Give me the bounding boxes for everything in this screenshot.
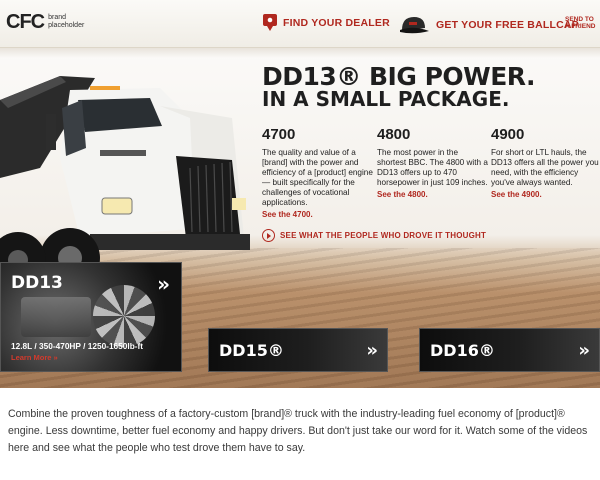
play-icon	[262, 229, 275, 242]
dd15-engine-panel[interactable]: DD15® »	[208, 328, 388, 372]
free-ballcap-link[interactable]: GET YOUR FREE BALLCAP	[398, 14, 579, 36]
dd16-title: DD16®	[430, 341, 495, 360]
see-people-video-link[interactable]: SEE WHAT THE PEOPLE WHO DROVE IT THOUGHT	[262, 229, 486, 242]
headline-line-1: DD13® BIG POWER.	[262, 62, 536, 91]
model-title: 4700	[262, 126, 296, 143]
see-4800-link[interactable]: See the 4800.	[377, 190, 489, 199]
model-title: 4800	[377, 126, 411, 143]
dump-truck-image	[0, 76, 250, 288]
find-dealer-link[interactable]: FIND YOUR DEALER	[263, 14, 390, 32]
see-people-label: SEE WHAT THE PEOPLE WHO DROVE IT THOUGHT	[280, 231, 487, 240]
chevron-right-icon: »	[366, 340, 377, 361]
send-line-1: SEND TO	[565, 16, 594, 23]
map-pin-icon	[263, 14, 277, 32]
intro-paragraph: Combine the proven toughness of a factor…	[8, 408, 588, 454]
dd16-engine-panel[interactable]: DD16® »	[419, 328, 600, 372]
dd15-title: DD15®	[219, 341, 284, 360]
free-ballcap-label: GET YOUR FREE BALLCAP	[436, 19, 579, 31]
brand-logo[interactable]: CFC brand placeholder	[6, 12, 88, 32]
model-4700: 4700 The quality and value of a [brand] …	[262, 126, 374, 219]
logo-mark: CFC	[6, 11, 45, 33]
hero-headline: DD13® BIG POWER. IN A SMALL PACKAGE.	[262, 62, 536, 111]
send-line-2: A FRIEND	[565, 23, 596, 30]
chevron-right-icon: »	[578, 340, 589, 361]
dd13-specs: 12.8L / 350-470HP / 1250-1650lb-ft	[11, 341, 144, 351]
logo-subtitle: brand placeholder	[48, 14, 85, 29]
headline-line-2: IN A SMALL PACKAGE.	[262, 87, 510, 111]
fan-image	[93, 285, 155, 347]
dd13-engine-panel[interactable]: DD13 » 12.8L / 350-470HP / 1250-1650lb-f…	[0, 262, 182, 372]
model-4900: 4900 For short or LTL hauls, the DD13 of…	[491, 126, 600, 199]
see-4900-link[interactable]: See the 4900.	[491, 190, 600, 199]
hero-banner: DD13® BIG POWER. IN A SMALL PACKAGE. 470…	[0, 48, 600, 388]
dd13-title: DD13	[11, 273, 63, 293]
model-description: The quality and value of a [brand] with …	[262, 148, 373, 207]
learn-more-link[interactable]: Learn More »	[11, 353, 58, 362]
find-dealer-label: FIND YOUR DEALER	[283, 17, 390, 29]
chevron-right-icon: »	[157, 272, 170, 296]
model-description: For short or LTL hauls, the DD13 offers …	[491, 148, 599, 187]
engine-image	[21, 297, 91, 337]
see-4700-link[interactable]: See the 4700.	[262, 210, 374, 219]
top-header: CFC brand placeholder FIND YOUR DEALER G…	[0, 0, 600, 48]
model-description: The most power in the shortest BBC. The …	[377, 148, 488, 187]
ballcap-icon	[398, 14, 430, 36]
model-title: 4900	[491, 126, 525, 143]
send-to-friend-link[interactable]: SEND TO A FRIEND	[565, 16, 595, 30]
model-4800: 4800 The most power in the shortest BBC.…	[377, 126, 489, 199]
